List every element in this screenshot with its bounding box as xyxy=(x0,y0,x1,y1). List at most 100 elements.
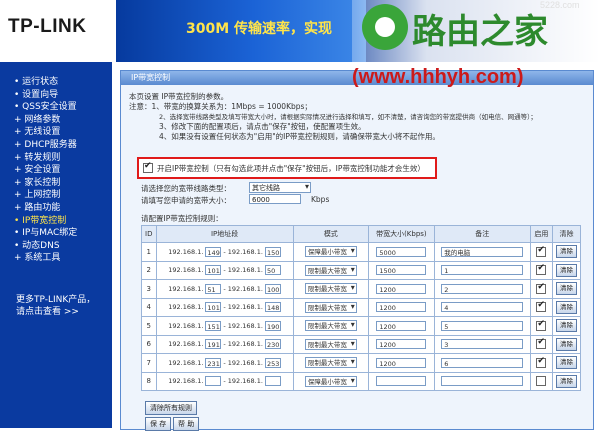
note-input[interactable]: 5 xyxy=(441,320,524,331)
ip-start-input[interactable]: 231 xyxy=(205,357,222,368)
ip-end-input[interactable]: 50 xyxy=(264,265,281,276)
mode-select[interactable]: 限制最大带宽 xyxy=(304,264,357,276)
row-ip-range: 192.168.1. 149-192.168.1. 150 xyxy=(155,242,294,262)
row-enable-checkbox[interactable] xyxy=(536,376,547,387)
sidebar-item-8[interactable]: + 家长控制 xyxy=(14,175,60,188)
mode-select[interactable]: 限制最大带宽 xyxy=(304,283,357,295)
bandwidth-cell-input[interactable]: 1200 xyxy=(376,320,427,331)
row-mode: 限制最大带宽 xyxy=(292,279,369,299)
sidebar-item-5[interactable]: + DHCP服务器 xyxy=(14,137,77,150)
row-enable-checkbox[interactable] xyxy=(536,282,547,294)
note-input[interactable]: 3 xyxy=(441,339,524,350)
note-input[interactable]: 6 xyxy=(441,357,524,368)
row-enable xyxy=(529,353,553,373)
row-mode: 限制最大带宽 xyxy=(292,260,369,280)
bandwidth-cell-input[interactable]: 1500 xyxy=(376,265,427,276)
mode-select[interactable]: 限制最大带宽 xyxy=(304,301,357,313)
row-enable-checkbox[interactable] xyxy=(536,263,547,276)
ip-start-input[interactable] xyxy=(205,376,222,387)
row-clear-button[interactable]: 清除 xyxy=(555,356,577,370)
bandwidth-cell-input[interactable]: 1200 xyxy=(376,283,427,294)
sidebar-item-2[interactable]: • QSS安全设置 xyxy=(14,99,77,112)
enable-checkbox[interactable] xyxy=(143,161,153,173)
enable-label: 开启IP带宽控制（只有勾选此项并点击"保存"按钮后，IP带宽控制功能才会生效） xyxy=(157,164,425,173)
sidebar-item-11[interactable]: • IP带宽控制 xyxy=(14,213,66,226)
row-clear-button[interactable]: 清除 xyxy=(555,337,577,351)
row-enable xyxy=(529,334,553,354)
table-row: 4192.168.1.101-192.168.1.148限制最大带宽12004清… xyxy=(141,297,582,317)
main-content: IP带宽控制 本页设置 IP带宽控制的参数。 注意：1、带宽的换算关系为：1Mb… xyxy=(112,62,600,431)
ip-end-input[interactable]: 150 xyxy=(264,246,281,257)
row-enable-checkbox[interactable] xyxy=(536,300,547,313)
row-enable xyxy=(529,297,553,317)
sidebar-item-12[interactable]: • IP与MAC绑定 xyxy=(14,225,77,238)
sidebar-item-9[interactable]: + 上网控制 xyxy=(14,187,60,200)
row-enable-checkbox[interactable] xyxy=(536,245,547,257)
sidebar-item-3[interactable]: + 网络参数 xyxy=(14,112,60,125)
ip-start-input[interactable]: 191 xyxy=(205,339,222,350)
sidebar-item-6[interactable]: + 转发规则 xyxy=(14,150,60,163)
brand-logo: TP-LINK xyxy=(0,0,116,62)
table-row: 1192.168.1.149-192.168.1.150保障最小带宽5000我的… xyxy=(141,242,582,262)
note-input[interactable]: 2 xyxy=(441,283,524,294)
rules-table: ID IP地址段 模式 带宽大小(Kbps) 备注 启用 清除 1 192.168… xyxy=(141,225,582,391)
bandwidth-cell-input[interactable]: 1200 xyxy=(376,357,427,368)
row-clear-button[interactable]: 清除 xyxy=(555,282,577,296)
note-input[interactable]: 我的电脑 xyxy=(441,246,524,257)
note-input[interactable]: 1 xyxy=(441,265,524,276)
mode-select[interactable]: 保障最小带宽 xyxy=(304,246,357,258)
clear-all-button[interactable]: 清除所有规则 xyxy=(145,401,197,415)
ip-end-input[interactable]: 230 xyxy=(264,339,281,350)
row-clear-button[interactable]: 清除 xyxy=(555,319,577,333)
bandwidth-cell-input[interactable]: 5000 xyxy=(376,246,427,257)
mode-select[interactable]: 限制最大带宽 xyxy=(304,338,357,350)
ip-prefix: 192.168.1. xyxy=(168,340,204,349)
ip-start-input[interactable]: 149 xyxy=(205,246,222,257)
ip-end-input[interactable]: 253 xyxy=(264,357,281,368)
sidebar-item-7[interactable]: + 安全设置 xyxy=(14,162,60,175)
ip-end-input[interactable]: 100 xyxy=(264,283,281,294)
save-button[interactable]: 保 存 xyxy=(145,417,172,431)
ip-dash: - xyxy=(223,284,226,293)
sidebar-item-13[interactable]: • 动态DNS xyxy=(14,238,60,251)
bandwidth-cell-input[interactable]: 1200 xyxy=(376,339,427,350)
row-bandwidth: 1200 xyxy=(367,279,435,299)
sidebar-item-1[interactable]: • 设置向导 xyxy=(14,87,58,100)
row-clear: 清除 xyxy=(551,316,582,336)
note-input[interactable] xyxy=(441,376,524,387)
ip-end-input[interactable] xyxy=(264,376,281,387)
ip-end-input[interactable]: 148 xyxy=(264,302,281,313)
row-clear-button[interactable]: 清除 xyxy=(555,263,577,277)
ip-start-input[interactable]: 101 xyxy=(205,302,222,313)
sidebar-item-14[interactable]: + 系统工具 xyxy=(14,250,60,263)
ip-start-input[interactable]: 51 xyxy=(205,283,222,294)
sidebar-item-4[interactable]: + 无线设置 xyxy=(14,124,60,137)
sidebar-item-0[interactable]: • 运行状态 xyxy=(14,74,58,87)
mode-select[interactable]: 保障最小带宽 xyxy=(304,375,357,387)
ip-prefix: 192.168.1. xyxy=(168,284,204,293)
row-bandwidth: 5000 xyxy=(367,242,435,262)
sidebar-item-10[interactable]: + 路由功能 xyxy=(14,200,60,213)
row-clear-button[interactable]: 清除 xyxy=(555,300,577,314)
row-enable-checkbox[interactable] xyxy=(536,356,547,368)
mode-select[interactable]: 限制最大带宽 xyxy=(304,320,357,332)
ip-start-input[interactable]: 101 xyxy=(205,265,222,276)
line-type-select[interactable]: 其它线路 xyxy=(249,182,311,193)
bandwidth-input[interactable]: 6000 xyxy=(249,194,301,204)
bandwidth-cell-input[interactable] xyxy=(376,376,427,387)
ip-dash: - xyxy=(223,303,226,312)
help-button[interactable]: 帮 助 xyxy=(173,417,200,431)
row-enable xyxy=(529,260,553,280)
mode-select[interactable]: 限制最大带宽 xyxy=(304,357,357,369)
row-clear-button[interactable]: 清除 xyxy=(555,374,577,388)
row-enable-checkbox[interactable] xyxy=(536,319,547,331)
bandwidth-cell-input[interactable]: 1200 xyxy=(376,302,427,313)
ip-start-input[interactable]: 151 xyxy=(205,320,222,331)
ip-end-input[interactable]: 190 xyxy=(264,320,281,331)
row-clear-button[interactable]: 清除 xyxy=(555,245,577,259)
more-products-line2[interactable]: 请点击查看 >> xyxy=(16,304,79,317)
watermark-logo-icon xyxy=(362,4,408,50)
note-input[interactable]: 4 xyxy=(441,302,524,313)
ip-dash: - xyxy=(223,321,226,330)
row-enable-checkbox[interactable] xyxy=(536,337,547,350)
